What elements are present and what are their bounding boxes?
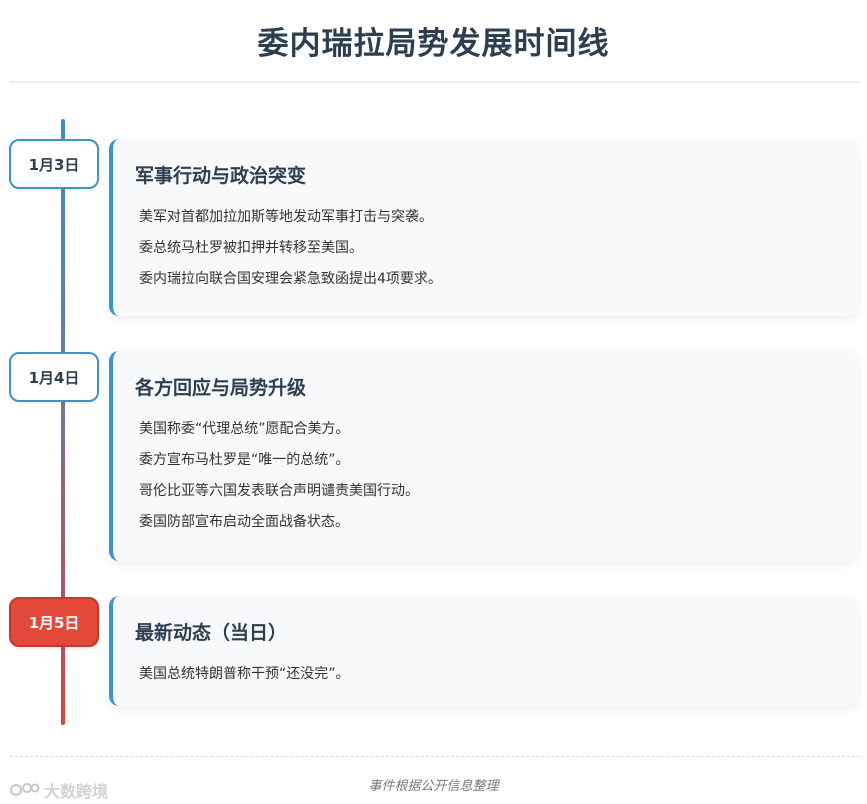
event-heading: 军事行动与政治突变 bbox=[135, 165, 307, 187]
footer-divider bbox=[10, 756, 860, 757]
page-title: 委内瑞拉局势发展时间线 bbox=[257, 26, 610, 62]
date-badge-jan3: 1月3日 bbox=[9, 139, 99, 189]
date-badge-jan5: 1月5日 bbox=[9, 597, 99, 647]
watermark-icon bbox=[10, 783, 40, 796]
timeline-page: 委内瑞拉局势发展时间线 1月3日 军事行动与政治突变 美军对首都加拉加斯等地发动… bbox=[0, 0, 867, 804]
title-divider bbox=[10, 81, 860, 83]
event-card-jan5: 最新动态（当日） 美国总统特朗普称干预“还没完”。 bbox=[109, 596, 858, 706]
event-heading: 各方回应与局势升级 bbox=[135, 377, 307, 399]
watermark-logo: 大数跨境 bbox=[10, 778, 108, 802]
event-item: 哥伦比亚等六国发表联合声明谴责美国行动。 bbox=[139, 483, 419, 499]
event-item: 委国防部宣布启动全面战备状态。 bbox=[139, 514, 349, 530]
event-item: 美国总统特朗普称干预“还没完”。 bbox=[139, 666, 350, 682]
event-heading: 最新动态（当日） bbox=[135, 622, 288, 644]
event-item: 美国称委“代理总统”愿配合美方。 bbox=[139, 421, 350, 437]
event-item: 委方宣布马杜罗是“唯一的总统”。 bbox=[139, 452, 350, 468]
event-card-jan4: 各方回应与局势升级 美国称委“代理总统”愿配合美方。 委方宣布马杜罗是“唯一的总… bbox=[109, 351, 858, 561]
event-item: 委内瑞拉向联合国安理会紧急致函提出4项要求。 bbox=[139, 271, 442, 287]
watermark-text: 大数跨境 bbox=[44, 782, 109, 801]
event-item: 美军对首都加拉加斯等地发动军事打击与突袭。 bbox=[139, 209, 433, 225]
footer-note: 事件根据公开信息整理 bbox=[368, 779, 499, 794]
event-card-jan3: 军事行动与政治突变 美军对首都加拉加斯等地发动军事打击与突袭。 委总统马杜罗被扣… bbox=[109, 139, 858, 316]
event-item: 委总统马杜罗被扣押并转移至美国。 bbox=[139, 240, 363, 256]
date-badge-jan4: 1月4日 bbox=[9, 352, 99, 402]
